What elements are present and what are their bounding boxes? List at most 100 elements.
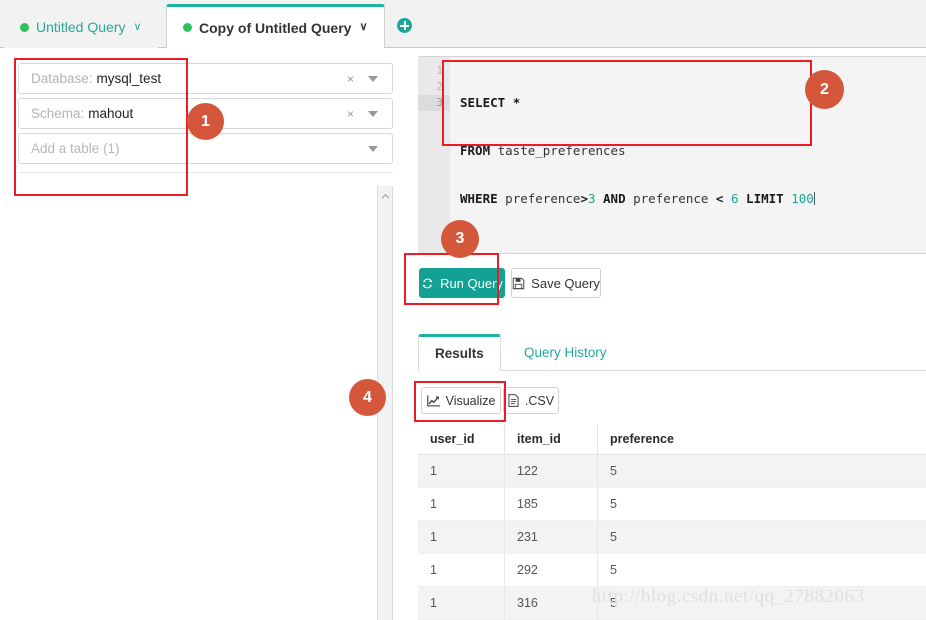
visualize-button[interactable]: Visualize (421, 387, 501, 414)
panel-divider (18, 172, 393, 173)
csv-label: .CSV (524, 393, 555, 408)
column-header-item-id[interactable]: item_id (504, 424, 598, 455)
tab-bar: Untitled Query ∨ Copy of Untitled Query … (0, 0, 926, 48)
table-cell-user-id: 1 (418, 454, 505, 488)
csv-export-button[interactable]: .CSV (503, 387, 559, 414)
code-token: AND (603, 191, 626, 206)
tab-copy-of-untitled-query[interactable]: Copy of Untitled Query ∨ (166, 4, 385, 48)
line-chart-glyph (426, 394, 440, 406)
tab-results-label: Results (435, 346, 484, 361)
table-cell-preference: 5 (597, 553, 926, 587)
chevron-down-icon[interactable] (368, 75, 378, 82)
tab-query-history-label: Query History (524, 345, 607, 360)
save-query-button[interactable]: Save Query (511, 268, 601, 298)
chevron-down-icon[interactable]: ∨ (359, 22, 367, 33)
chevron-down-icon[interactable] (368, 110, 378, 117)
code-token: 6 (730, 191, 739, 206)
code-line: WHERE preference>3 AND preference < 6 LI… (460, 191, 926, 207)
database-select[interactable]: Database: mysql_test × (18, 63, 393, 94)
tab-label: Copy of Untitled Query (199, 19, 352, 36)
code-token: WHERE (460, 191, 498, 206)
sql-editor[interactable]: 1 2 3 SELECT * FROM taste_preferences WH… (418, 56, 926, 254)
database-value: mysql_test (96, 71, 162, 86)
code-line: SELECT * (460, 95, 926, 111)
tab-label: Untitled Query (36, 19, 126, 35)
line-number: 3 (418, 95, 450, 111)
clear-icon[interactable]: × (347, 73, 354, 85)
table-cell-user-id: 1 (418, 586, 505, 620)
tab-query-history[interactable]: Query History (508, 334, 623, 371)
tab-results[interactable]: Results (418, 334, 501, 371)
run-query-label: Run Query (440, 275, 503, 291)
table-header-row: user_id item_id preference (418, 424, 926, 455)
table-row: 1 316 5 (418, 586, 926, 620)
tab-untitled-query[interactable]: Untitled Query ∨ (4, 6, 158, 48)
chevron-down-icon[interactable] (368, 145, 378, 152)
code-token: SELECT (460, 95, 506, 110)
file-glyph (508, 394, 519, 407)
results-table-body: 1 122 5 1 185 5 1 231 5 1 292 5 1 316 5 (418, 454, 926, 620)
run-query-button[interactable]: Run Query (419, 268, 505, 298)
table-cell-item-id: 316 (504, 586, 598, 620)
add-table-placeholder: Add a table (1) (31, 141, 120, 156)
table-cell-item-id: 185 (504, 487, 598, 521)
column-header-user-id[interactable]: user_id (418, 424, 505, 455)
results-table: user_id item_id preference 1 122 5 1 185 5 1 23… (418, 424, 926, 620)
table-cell-item-id: 231 (504, 520, 598, 554)
code-token: 3 (587, 191, 596, 206)
status-dot-icon (183, 23, 192, 32)
plus-circle-icon[interactable] (397, 18, 412, 33)
table-row: 1 122 5 (418, 454, 926, 488)
code-token: preference (497, 191, 581, 206)
schema-select[interactable]: Schema: mahout × (18, 98, 393, 129)
status-dot-icon (20, 22, 29, 32)
line-number: 1 (436, 64, 443, 77)
table-row: 1 185 5 (418, 487, 926, 521)
code-token: * (512, 95, 521, 110)
left-panel: Database: mysql_test × Schema: mahout × … (0, 48, 393, 620)
table-row: 1 231 5 (418, 520, 926, 554)
save-query-label: Save Query (531, 275, 600, 291)
line-chart-icon (426, 394, 440, 407)
text-caret (813, 192, 815, 205)
code-token: preference (625, 191, 716, 206)
table-cell-preference: 5 (597, 487, 926, 521)
chevron-down-icon[interactable]: ∨ (133, 21, 141, 33)
line-number: 2 (436, 80, 443, 93)
database-label: Database: (31, 71, 93, 86)
table-cell-item-id: 292 (504, 553, 598, 587)
table-cell-user-id: 1 (418, 487, 505, 521)
code-token: LIMIT (746, 191, 784, 206)
clear-icon[interactable]: × (347, 108, 354, 120)
table-cell-user-id: 1 (418, 553, 505, 587)
table-cell-user-id: 1 (418, 520, 505, 554)
table-cell-preference: 5 (597, 454, 926, 488)
chevron-up-icon[interactable] (381, 192, 390, 201)
table-row: 1 292 5 (418, 553, 926, 587)
code-line: FROM taste_preferences (460, 143, 926, 159)
visualize-label: Visualize (445, 393, 496, 408)
floppy-disk-icon (512, 277, 525, 290)
add-table-select[interactable]: Add a table (1) (18, 133, 393, 164)
editor-gutter: 1 2 3 (418, 57, 450, 253)
code-token: > (580, 191, 588, 206)
schema-label: Schema: (31, 106, 85, 121)
results-tab-bar: Results Query History (418, 334, 926, 371)
refresh-glyph (422, 278, 433, 288)
column-header-preference[interactable]: preference (597, 424, 926, 455)
chevron-up-glyph (381, 193, 390, 199)
table-cell-preference: 5 (597, 520, 926, 554)
panel-splitter[interactable] (377, 186, 393, 620)
table-cell-item-id: 122 (504, 454, 598, 488)
file-icon (508, 394, 519, 407)
code-token: 100 (791, 191, 814, 206)
code-token: taste_preferences (490, 143, 626, 158)
schema-value: mahout (88, 106, 134, 121)
code-token: FROM (460, 143, 491, 158)
floppy-disk-glyph (512, 277, 525, 289)
editor-code-area[interactable]: SELECT * FROM taste_preferences WHERE pr… (450, 57, 926, 253)
